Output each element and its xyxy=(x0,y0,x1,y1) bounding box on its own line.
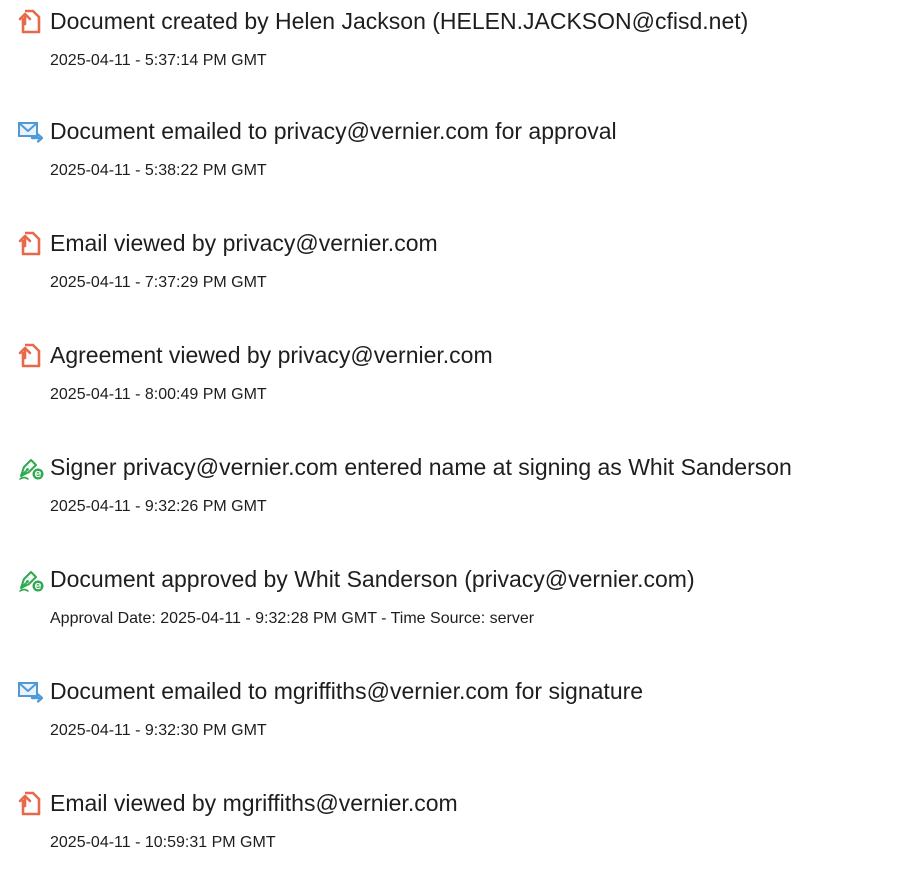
signer-icon xyxy=(17,566,45,594)
event-timestamp: 2025-04-11 - 8:00:49 PM GMT xyxy=(50,386,267,403)
audit-event: Document emailed to mgriffiths@vernier.c… xyxy=(0,670,912,760)
document-icon xyxy=(17,342,45,370)
event-title: Email viewed by mgriffiths@vernier.com xyxy=(50,790,458,816)
event-timestamp: 2025-04-11 - 10:59:31 PM GMT xyxy=(50,834,276,851)
event-title: Document emailed to privacy@vernier.com … xyxy=(50,118,617,144)
document-icon xyxy=(17,230,45,258)
audit-event: Document created by Helen Jackson (HELEN… xyxy=(0,0,912,90)
document-icon xyxy=(17,8,45,36)
event-title: Email viewed by privacy@vernier.com xyxy=(50,230,438,256)
event-title: Document created by Helen Jackson (HELEN… xyxy=(50,8,749,34)
audit-event: Document emailed to privacy@vernier.com … xyxy=(0,110,912,200)
document-icon xyxy=(17,790,45,818)
event-timestamp: 2025-04-11 - 5:38:22 PM GMT xyxy=(50,162,267,179)
audit-event: Email viewed by mgriffiths@vernier.com 2… xyxy=(0,782,912,872)
event-title: Document emailed to mgriffiths@vernier.c… xyxy=(50,678,644,704)
event-timestamp: 2025-04-11 - 5:37:14 PM GMT xyxy=(50,52,267,69)
event-title: Signer privacy@vernier.com entered name … xyxy=(50,454,792,480)
event-title: Agreement viewed by privacy@vernier.com xyxy=(50,342,493,368)
email-icon xyxy=(17,678,45,706)
audit-event: Email viewed by privacy@vernier.com 2025… xyxy=(0,222,912,312)
event-title: Document approved by Whit Sanderson (pri… xyxy=(50,566,695,592)
event-timestamp: 2025-04-11 - 7:37:29 PM GMT xyxy=(50,274,267,291)
event-timestamp: Approval Date: 2025-04-11 - 9:32:28 PM G… xyxy=(50,610,535,627)
signer-icon xyxy=(17,454,45,482)
email-icon xyxy=(17,118,45,146)
audit-event: Document approved by Whit Sanderson (pri… xyxy=(0,558,912,648)
event-timestamp: 2025-04-11 - 9:32:30 PM GMT xyxy=(50,722,267,739)
event-timestamp: 2025-04-11 - 9:32:26 PM GMT xyxy=(50,498,267,515)
audit-event: Signer privacy@vernier.com entered name … xyxy=(0,446,912,536)
audit-event: Agreement viewed by privacy@vernier.com … xyxy=(0,334,912,424)
